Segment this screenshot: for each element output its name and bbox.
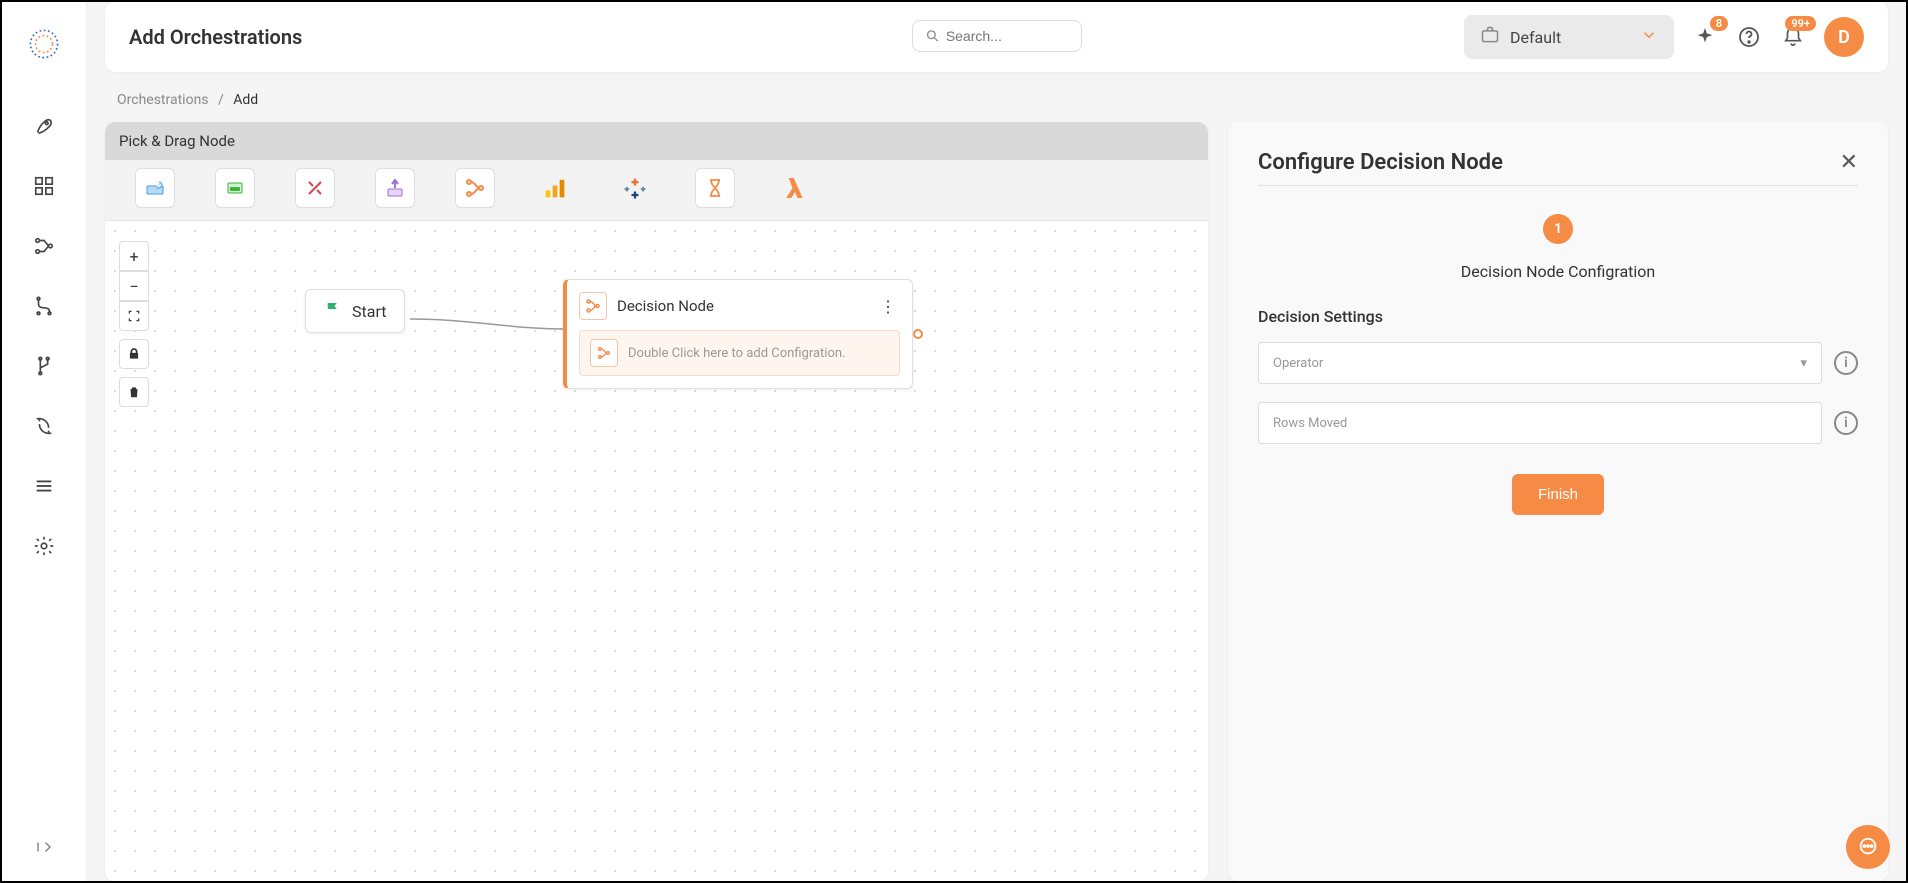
- section-label: Decision Settings: [1258, 307, 1858, 326]
- decision-node-title: Decision Node: [617, 297, 866, 315]
- palette-item-decision[interactable]: [455, 168, 495, 208]
- rows-placeholder: Rows Moved: [1273, 416, 1347, 431]
- node-output-port[interactable]: [913, 329, 923, 339]
- start-node[interactable]: Start: [305, 289, 405, 333]
- flag-icon: [324, 300, 342, 322]
- node-menu-icon[interactable]: ⋮: [876, 293, 900, 320]
- workspace-select[interactable]: Default: [1464, 15, 1674, 59]
- palette-item-powerbi[interactable]: [535, 168, 575, 208]
- sparkle-icon[interactable]: 8: [1692, 24, 1718, 50]
- workspace-label: Default: [1510, 28, 1630, 47]
- start-label: Start: [352, 302, 386, 321]
- node-palette: [105, 160, 1208, 221]
- page-title: Add Orchestrations: [129, 25, 302, 49]
- header: Add Orchestrations Default 8: [105, 2, 1888, 72]
- zoom-in-button[interactable]: +: [119, 241, 149, 271]
- breadcrumb: Orchestrations / Add: [87, 72, 1906, 122]
- sidebar: [2, 2, 87, 881]
- briefcase-icon: [1480, 25, 1500, 49]
- branch-icon[interactable]: [30, 352, 58, 380]
- decision-config-hint[interactable]: Double Click here to add Configration.: [579, 330, 900, 376]
- palette-item-timer[interactable]: [695, 168, 735, 208]
- close-icon[interactable]: ✕: [1840, 150, 1858, 175]
- info-icon[interactable]: i: [1834, 411, 1858, 435]
- breadcrumb-current: Add: [233, 92, 258, 108]
- canvas[interactable]: + − Start Decision Node: [105, 221, 1208, 881]
- search-icon: [925, 27, 940, 45]
- app-logo: [27, 27, 61, 61]
- help-icon[interactable]: [1736, 24, 1762, 50]
- edge-start-to-decision: [410, 299, 570, 339]
- palette-item-transform[interactable]: [295, 168, 335, 208]
- bell-icon[interactable]: 99+: [1780, 24, 1806, 50]
- decision-icon: [579, 292, 607, 320]
- decision-node[interactable]: Decision Node ⋮ Double Click here to add…: [563, 279, 913, 389]
- palette-item-sql[interactable]: [215, 168, 255, 208]
- flow-icon[interactable]: [30, 232, 58, 260]
- zoom-out-button[interactable]: −: [119, 271, 149, 301]
- decision-icon: [590, 339, 618, 367]
- rocket-icon[interactable]: [30, 112, 58, 140]
- lock-button[interactable]: [119, 339, 149, 369]
- step-label: Decision Node Configration: [1258, 262, 1858, 281]
- chevron-down-icon: [1640, 26, 1658, 48]
- step-indicator: 1: [1543, 214, 1573, 244]
- config-panel: Configure Decision Node ✕ 1 Decision Nod…: [1228, 122, 1888, 881]
- config-title: Configure Decision Node: [1258, 150, 1840, 175]
- operator-placeholder: Operator: [1273, 356, 1323, 371]
- sparkle-badge: 8: [1710, 16, 1728, 31]
- operator-select[interactable]: Operator ▾: [1258, 342, 1822, 384]
- palette-item-upload[interactable]: [375, 168, 415, 208]
- decision-hint-text: Double Click here to add Configration.: [628, 346, 846, 361]
- chat-fab[interactable]: [1846, 825, 1890, 869]
- palette-item-data[interactable]: [135, 168, 175, 208]
- settings-icon[interactable]: [30, 532, 58, 560]
- canvas-panel: Pick & Drag Node + −: [105, 122, 1208, 881]
- dashboard-icon[interactable]: [30, 172, 58, 200]
- search-input-wrap[interactable]: [912, 20, 1082, 52]
- palette-item-lambda[interactable]: [775, 168, 815, 208]
- search-input[interactable]: [946, 28, 1069, 44]
- bell-badge: 99+: [1785, 16, 1816, 31]
- sync-icon[interactable]: [30, 412, 58, 440]
- delete-button[interactable]: [119, 377, 149, 407]
- collapse-icon[interactable]: [30, 833, 58, 861]
- palette-header: Pick & Drag Node: [105, 122, 1208, 160]
- info-icon[interactable]: i: [1834, 351, 1858, 375]
- merge-icon[interactable]: [30, 292, 58, 320]
- avatar[interactable]: D: [1824, 17, 1864, 57]
- rows-moved-input[interactable]: Rows Moved: [1258, 402, 1822, 444]
- caret-down-icon: ▾: [1800, 356, 1807, 371]
- list-icon[interactable]: [30, 472, 58, 500]
- palette-item-tableau[interactable]: [615, 168, 655, 208]
- fit-button[interactable]: [119, 301, 149, 331]
- finish-button[interactable]: Finish: [1512, 474, 1604, 515]
- breadcrumb-root[interactable]: Orchestrations: [117, 92, 209, 108]
